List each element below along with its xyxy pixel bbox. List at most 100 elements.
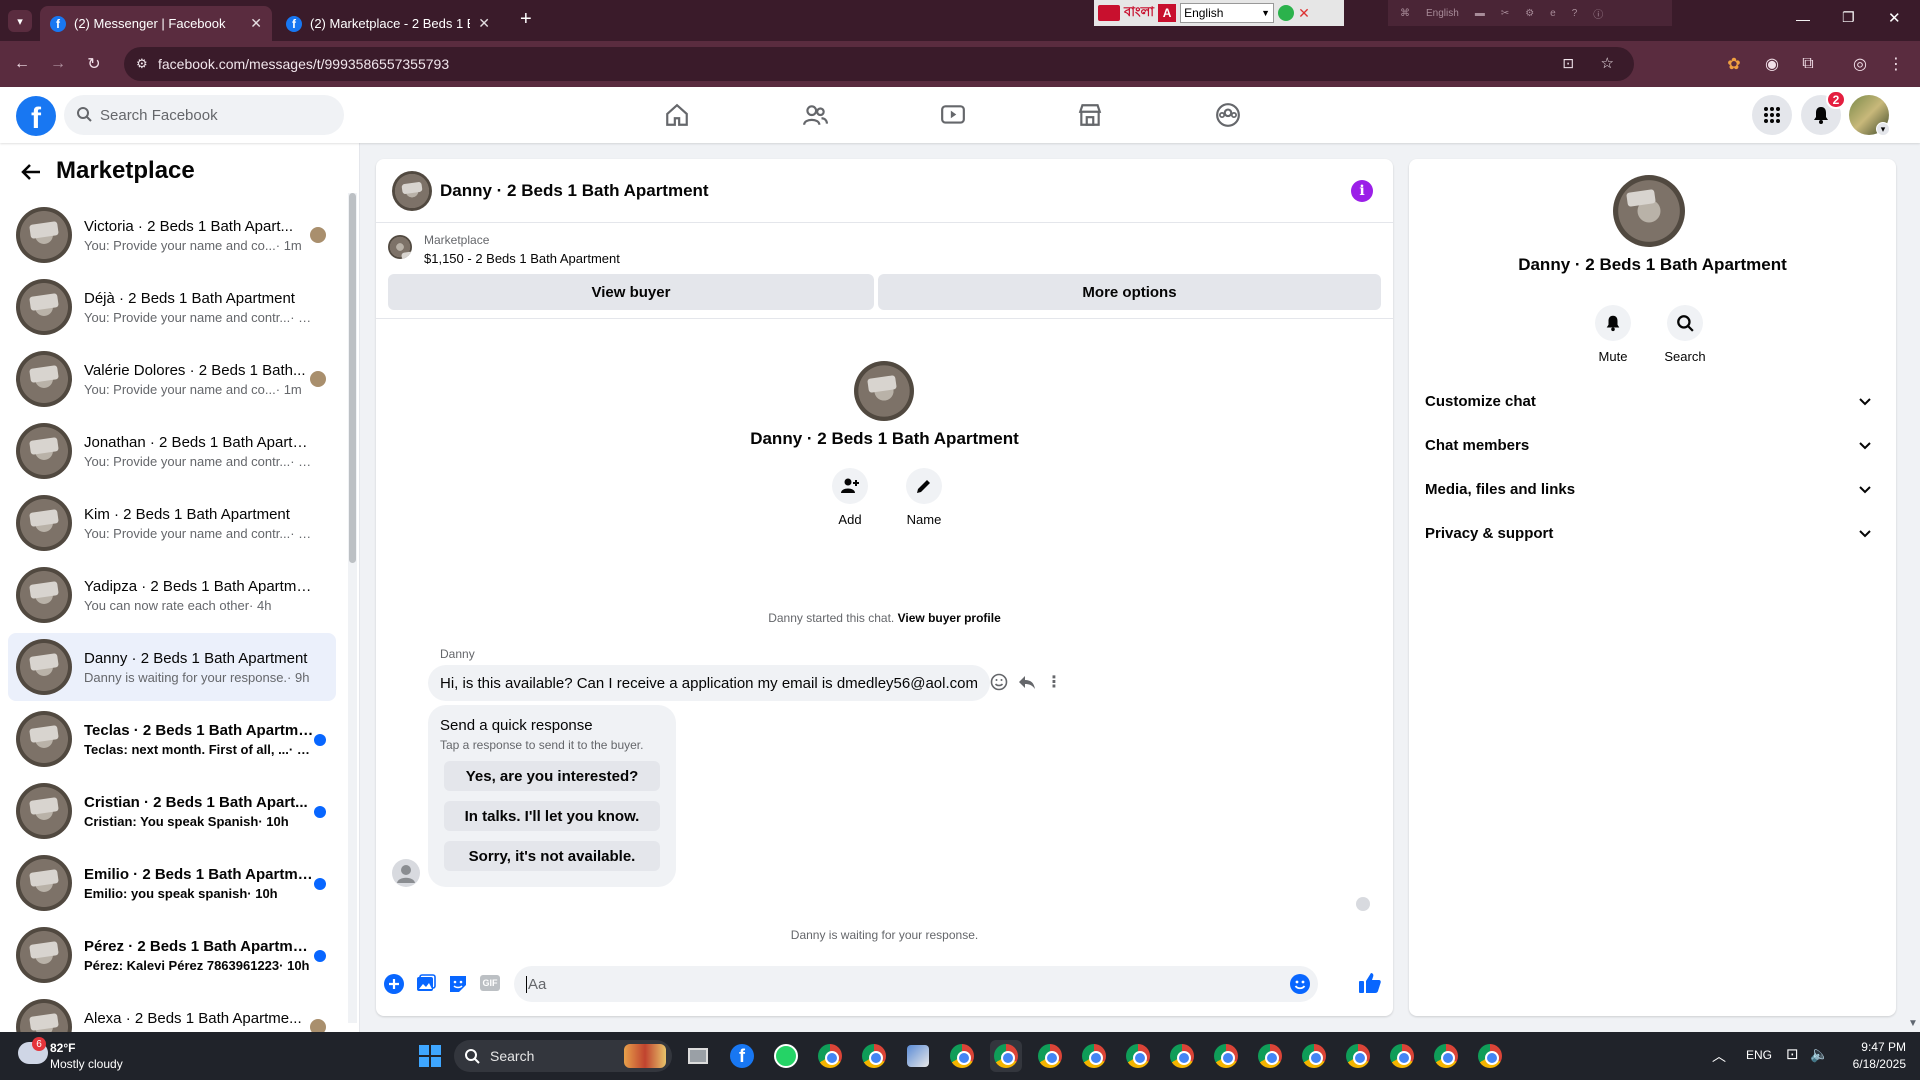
- video-icon[interactable]: [933, 95, 973, 135]
- chat-avatar[interactable]: [392, 171, 432, 211]
- volume-icon[interactable]: 🔈: [1810, 1045, 1829, 1063]
- windows-start-icon[interactable]: [414, 1040, 446, 1072]
- more-options-button[interactable]: More options: [878, 274, 1381, 310]
- marketplace-icon[interactable]: [1070, 95, 1110, 135]
- plus-circle-icon[interactable]: [384, 974, 404, 994]
- tab-close-icon[interactable]: ✕: [250, 15, 262, 32]
- tab-search-chevron-icon[interactable]: ▾: [8, 10, 32, 32]
- weather-temp[interactable]: 82°F: [50, 1041, 75, 1055]
- tab-messenger[interactable]: f (2) Messenger | Facebook ✕: [40, 6, 272, 41]
- search-input[interactable]: Search Facebook: [64, 95, 344, 135]
- conversation-item[interactable]: Pérez · 2 Beds 1 Bath Apartment Pérez: Ka…: [8, 921, 336, 989]
- extension-icon[interactable]: ✿: [1722, 52, 1746, 76]
- message-bubble[interactable]: Hi, is this available? Can I receive a a…: [428, 665, 990, 701]
- gif-icon[interactable]: GIF: [480, 975, 500, 991]
- profile-icon[interactable]: ◎: [1848, 52, 1872, 76]
- conversation-item[interactable]: Danny · 2 Beds 1 Bath Apartment Danny is …: [8, 633, 336, 701]
- quick-response-in-talks[interactable]: In talks. I'll let you know.: [444, 801, 660, 831]
- react-smile-icon[interactable]: [990, 673, 1008, 691]
- window-close-icon[interactable]: ✕: [1888, 9, 1901, 27]
- help-icon[interactable]: ?: [1572, 8, 1578, 19]
- page-scroll-down-icon[interactable]: ▼: [1908, 1018, 1918, 1029]
- more-actions-icon[interactable]: ⋮: [1046, 672, 1062, 692]
- conversation-item[interactable]: Victoria · 2 Beds 1 Bath Apart... You: Pr…: [8, 201, 336, 269]
- chrome-profile-icon[interactable]: [1298, 1040, 1330, 1072]
- groups-icon[interactable]: [1208, 95, 1248, 135]
- info-avatar[interactable]: [1613, 175, 1685, 247]
- site-info-icon[interactable]: ⚙: [136, 56, 148, 72]
- view-buyer-button[interactable]: View buyer: [388, 274, 874, 310]
- listing-thumbnail[interactable]: [388, 235, 412, 259]
- task-view-icon[interactable]: [682, 1040, 714, 1072]
- message-input[interactable]: Aa: [514, 966, 1318, 1002]
- language-select[interactable]: English ▼: [1180, 3, 1275, 23]
- conversation-item[interactable]: Cristian · 2 Beds 1 Bath Apart... Cristia…: [8, 777, 336, 845]
- forward-arrow-icon[interactable]: →: [46, 52, 70, 76]
- quick-response-yes[interactable]: Yes, are you interested?: [444, 761, 660, 791]
- network-icon[interactable]: ⊡: [1786, 1045, 1799, 1063]
- new-tab-button[interactable]: +: [520, 8, 532, 31]
- conversation-item[interactable]: Jonathan · 2 Beds 1 Bath Apartm... You: P…: [8, 417, 336, 485]
- chat-title[interactable]: Danny · 2 Beds 1 Bath Apartment: [440, 181, 709, 201]
- reply-icon[interactable]: [1018, 673, 1036, 691]
- reload-icon[interactable]: ↻: [82, 52, 106, 76]
- conversation-item[interactable]: Emilio · 2 Beds 1 Bath Apartme... Emilio:…: [8, 849, 336, 917]
- thumbs-up-icon[interactable]: [1358, 971, 1382, 995]
- menu-grid-icon[interactable]: [1752, 95, 1792, 135]
- conversation-item[interactable]: Kim · 2 Beds 1 Bath Apartment You: Provid…: [8, 489, 336, 557]
- bookmark-star-icon[interactable]: ☆: [1601, 54, 1614, 72]
- sender-avatar-small[interactable]: [392, 859, 420, 887]
- section-privacy-support[interactable]: Privacy & support: [1425, 511, 1880, 555]
- facebook-logo[interactable]: f: [16, 96, 56, 136]
- chrome-profile-icon[interactable]: [1034, 1040, 1066, 1072]
- section-media-files-links[interactable]: Media, files and links: [1425, 467, 1880, 511]
- account-chevron-icon[interactable]: ▾: [1876, 122, 1890, 136]
- chat-info-icon[interactable]: i: [1351, 180, 1373, 202]
- input-language[interactable]: ENG: [1746, 1048, 1772, 1062]
- browser-menu-icon[interactable]: ⋮: [1884, 52, 1908, 76]
- address-bar[interactable]: ⚙ facebook.com/messages/t/99935865573557…: [124, 47, 1634, 81]
- chrome-profile-icon[interactable]: [1210, 1040, 1242, 1072]
- globe-icon[interactable]: [1278, 5, 1295, 21]
- chrome-profile-icon[interactable]: [1386, 1040, 1418, 1072]
- gear-icon[interactable]: ⚙: [1525, 8, 1534, 19]
- friends-icon[interactable]: [795, 95, 835, 135]
- section-chat-members[interactable]: Chat members: [1425, 423, 1880, 467]
- chrome-profile-icon[interactable]: [1342, 1040, 1374, 1072]
- conversation-item[interactable]: Déjà · 2 Beds 1 Bath Apartment You: Provi…: [8, 273, 336, 341]
- back-arrow-icon[interactable]: [20, 161, 42, 183]
- sticker-icon[interactable]: [448, 974, 468, 994]
- extension-record-icon[interactable]: ◉: [1760, 52, 1784, 76]
- scrollbar-thumb[interactable]: [349, 193, 356, 563]
- chrome-profile-icon[interactable]: [1474, 1040, 1506, 1072]
- add-member-button[interactable]: Add: [826, 468, 874, 527]
- chrome-icon[interactable]: [814, 1040, 846, 1072]
- clock-date[interactable]: 6/18/2025: [1836, 1057, 1906, 1071]
- section-customize-chat[interactable]: Customize chat: [1425, 379, 1880, 423]
- profile-avatar[interactable]: [854, 361, 914, 421]
- clock-time[interactable]: 9:47 PM: [1846, 1040, 1906, 1054]
- close-extension-icon[interactable]: ✕: [1298, 5, 1310, 22]
- back-arrow-icon[interactable]: ←: [10, 52, 34, 76]
- edit-name-button[interactable]: Name: [896, 468, 952, 527]
- conversation-item[interactable]: Valérie Dolores · 2 Beds 1 Bath... You: P…: [8, 345, 336, 413]
- facebook-app-icon[interactable]: f: [726, 1040, 758, 1072]
- ext-icon[interactable]: ✂: [1501, 8, 1509, 19]
- chrome-profile-icon[interactable]: [946, 1040, 978, 1072]
- ext-icon[interactable]: ▬: [1475, 8, 1485, 19]
- chrome-profile-icon[interactable]: [1166, 1040, 1198, 1072]
- view-buyer-profile-link[interactable]: View buyer profile: [898, 611, 1001, 625]
- install-app-icon[interactable]: ⊡: [1562, 55, 1574, 72]
- conversation-item[interactable]: Teclas · 2 Beds 1 Bath Apartment Teclas: …: [8, 705, 336, 773]
- chrome-profile-icon[interactable]: [1430, 1040, 1462, 1072]
- minimize-icon[interactable]: —: [1796, 11, 1810, 27]
- photo-icon[interactable]: [416, 974, 436, 994]
- listing-title[interactable]: $1,150 - 2 Beds 1 Bath Apartment: [424, 251, 620, 266]
- edge-icon[interactable]: e: [1550, 8, 1556, 19]
- ext-icon[interactable]: ⌘: [1400, 8, 1410, 19]
- tray-chevron-up-icon[interactable]: ︿: [1712, 1046, 1726, 1066]
- taskbar-search[interactable]: Search: [454, 1040, 672, 1072]
- whatsapp-icon[interactable]: [770, 1040, 802, 1072]
- chrome-profile-icon-active[interactable]: [990, 1040, 1022, 1072]
- extensions-puzzle-icon[interactable]: ⧉: [1796, 52, 1820, 76]
